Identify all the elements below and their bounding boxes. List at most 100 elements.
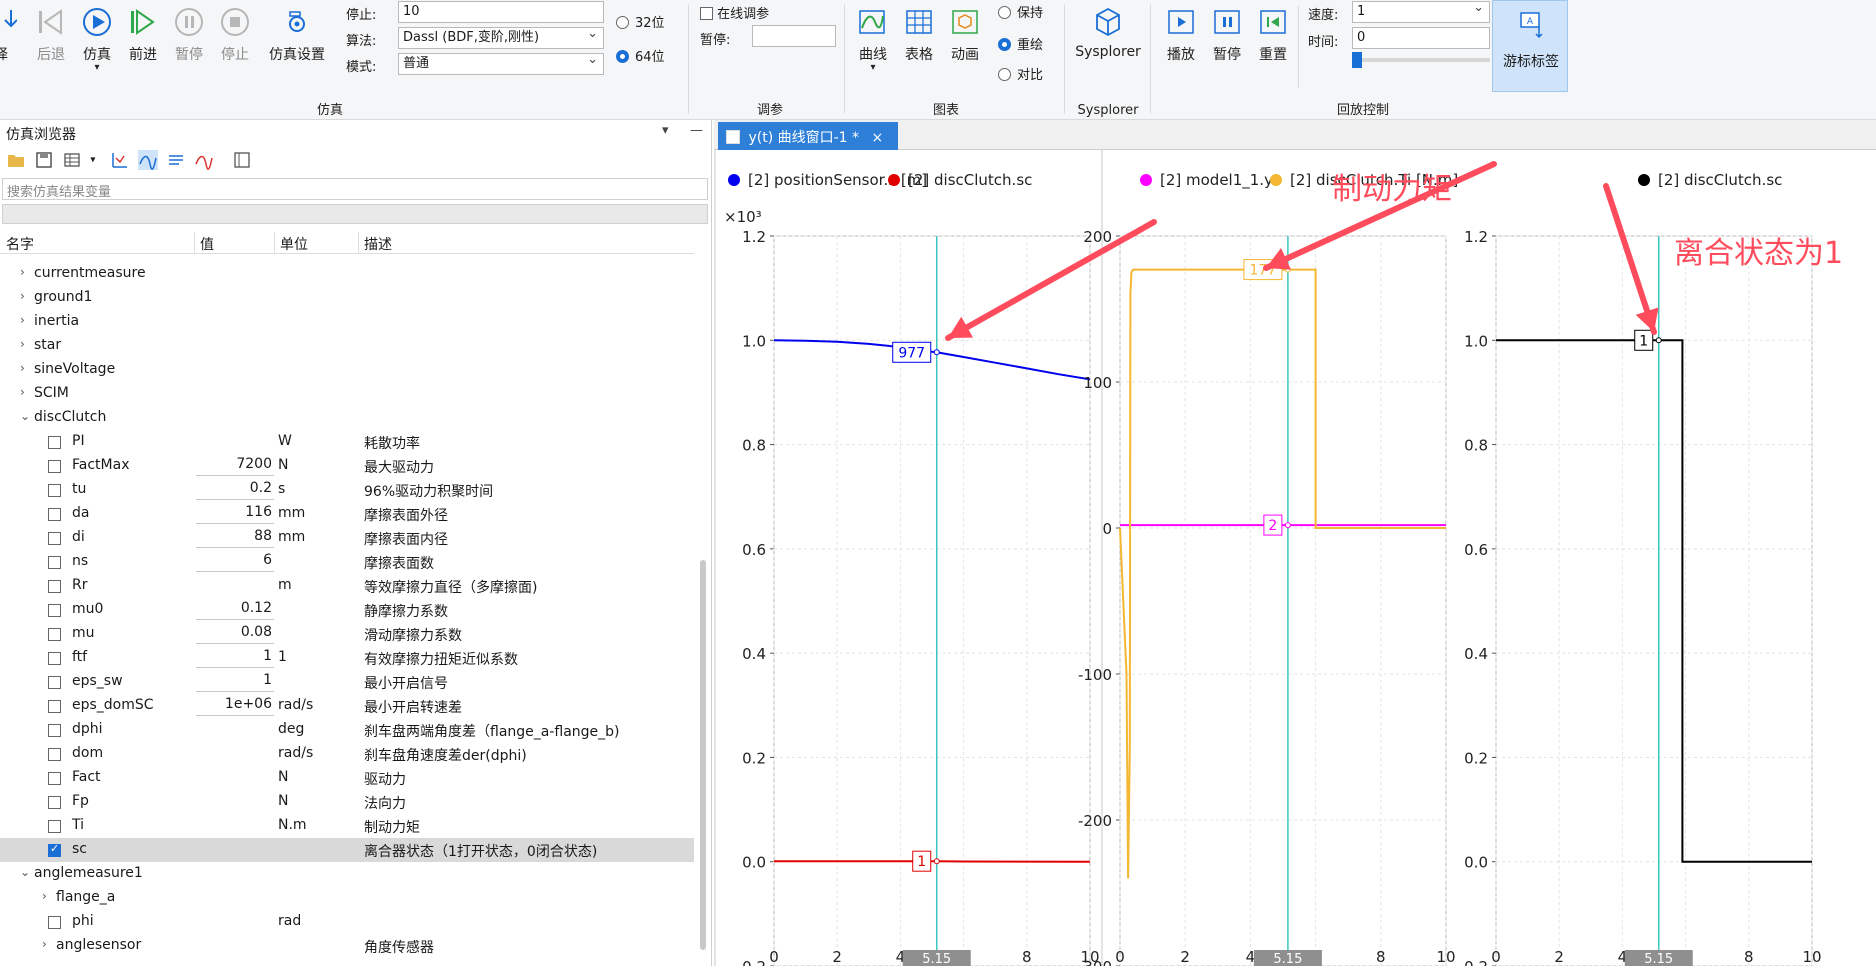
variable-checkbox[interactable] <box>48 916 61 929</box>
play-button[interactable]: 播放 <box>1158 6 1204 64</box>
simulate-button[interactable]: 仿真 ▾ <box>74 6 120 73</box>
time-input[interactable]: 0 <box>1352 27 1490 49</box>
variable-value-input[interactable]: 0.2 <box>196 480 274 500</box>
variable-value-input[interactable]: 0.08 <box>196 624 274 644</box>
filter-bar[interactable] <box>2 204 708 224</box>
bit64-radio[interactable]: 64位 <box>616 46 665 65</box>
variable-checkbox[interactable] <box>48 484 61 497</box>
variable-checkbox[interactable] <box>48 772 61 785</box>
table-grid-icon[interactable] <box>62 150 82 170</box>
variable-value-input[interactable]: 1 <box>196 672 274 692</box>
speed-select[interactable]: 1 <box>1352 0 1490 23</box>
compare-radio[interactable]: 对比 <box>998 64 1043 83</box>
plots-svg[interactable]: -0.20.00.20.40.60.81.01.20246810×10³[2] … <box>714 150 1876 970</box>
tree-row-star[interactable]: › star <box>0 334 694 358</box>
variable-checkbox[interactable] <box>48 796 61 809</box>
table-dropdown-icon[interactable]: ▾ <box>90 155 95 166</box>
tree-row-dphi[interactable]: dphi deg 刹车盘两端角度差（flange_a-flange_b) <box>0 718 694 742</box>
tree-row-ground1[interactable]: › ground1 <box>0 286 694 310</box>
tree-row-anglesensor[interactable]: › anglesensor 角度传感器 <box>0 934 694 958</box>
legend-label[interactable]: [2] model1_1.y <box>1160 171 1273 190</box>
tree-row-phi[interactable]: phi rad <box>0 910 694 934</box>
curve-select-icon[interactable] <box>137 150 158 170</box>
variable-checkbox[interactable] <box>48 580 61 593</box>
panel-menu-icon[interactable]: ▾ <box>662 123 669 138</box>
variable-search-input[interactable]: 搜索仿真结果变量 <box>2 178 708 200</box>
save-icon[interactable] <box>34 150 54 170</box>
tree-row-ns[interactable]: ns 6 摩擦表面数 <box>0 550 694 574</box>
series-line-1-2[interactable] <box>774 860 1091 863</box>
time-slider-thumb[interactable] <box>1352 52 1362 68</box>
variable-value-input[interactable]: 6 <box>196 552 274 572</box>
tree-row-currentmeasure[interactable]: › currentmeasure <box>0 262 694 286</box>
expanded-arrow-icon[interactable]: ⌄ <box>20 865 30 879</box>
collapsed-arrow-icon[interactable]: › <box>42 937 47 951</box>
col-desc-header[interactable]: 描述 <box>364 234 392 254</box>
tree-row-eps-domsc[interactable]: eps_domSC 1e+06 rad/s 最小开启转速差 <box>0 694 694 718</box>
curve-dropdown-icon[interactable]: ▾ <box>850 62 896 73</box>
tree-row-flange-a[interactable]: › flange_a <box>0 886 694 910</box>
simulate-dropdown-icon[interactable]: ▾ <box>74 62 120 73</box>
plot-import-icon[interactable] <box>110 150 130 170</box>
tree-row-sinevoltage[interactable]: › sineVoltage <box>0 358 694 382</box>
pause-button[interactable]: 暂停 <box>166 6 212 64</box>
variable-checkbox[interactable] <box>48 820 61 833</box>
collapsed-arrow-icon[interactable]: › <box>42 889 47 903</box>
variable-value-input[interactable]: 7200 <box>196 456 274 476</box>
tree-row-pi[interactable]: PI W 耗散功率 <box>0 430 694 454</box>
collapsed-arrow-icon[interactable]: › <box>20 361 25 375</box>
cursor-label-button[interactable]: A 游标标签 <box>1492 0 1568 92</box>
tree-row-tu[interactable]: tu 0.2 s 96%驱动力积聚时间 <box>0 478 694 502</box>
tree-row-discclutch[interactable]: ⌄ discClutch <box>0 406 694 430</box>
col-unit-header[interactable]: 单位 <box>280 234 308 254</box>
online-tune-checkbox[interactable]: 在线调参 <box>700 3 769 22</box>
tree-row-factmax[interactable]: FactMax 7200 N 最大驱动力 <box>0 454 694 478</box>
tree-row-mu[interactable]: mu 0.08 滑动摩擦力系数 <box>0 622 694 646</box>
variable-value-input[interactable]: 88 <box>196 528 274 548</box>
tree-row-ti[interactable]: Ti N.m 制动力矩 <box>0 814 694 838</box>
hold-radio[interactable]: 保持 <box>998 2 1043 21</box>
variable-value-input[interactable]: 0.12 <box>196 600 274 620</box>
collapsed-arrow-icon[interactable]: › <box>20 313 25 327</box>
tree-row-ftf[interactable]: ftf 1 1 有效摩擦力扭矩近似系数 <box>0 646 694 670</box>
variable-checkbox[interactable] <box>48 676 61 689</box>
variable-value-input[interactable]: 116 <box>196 504 274 524</box>
tree-row-eps-sw[interactable]: eps_sw 1 最小开启信号 <box>0 670 694 694</box>
variable-checkbox[interactable] <box>48 700 61 713</box>
variable-checkbox[interactable] <box>48 436 61 449</box>
tree-row-da[interactable]: da 116 mm 摩擦表面外径 <box>0 502 694 526</box>
curve-red-icon[interactable] <box>194 150 214 170</box>
collapsed-arrow-icon[interactable]: › <box>20 265 25 279</box>
sysplorer-button[interactable]: Sysplorer <box>1070 6 1146 60</box>
collapsed-arrow-icon[interactable]: › <box>20 289 25 303</box>
back-button[interactable]: 后退 <box>28 6 74 64</box>
variable-checkbox[interactable] <box>48 556 61 569</box>
legend-label[interactable]: [2] discClutch.sc <box>1658 171 1782 189</box>
variable-checkbox[interactable] <box>48 460 61 473</box>
forward-button[interactable]: 前进 <box>120 6 166 64</box>
panel-minimize-icon[interactable]: — <box>690 123 703 138</box>
open-folder-icon[interactable] <box>6 150 26 170</box>
variable-value-input[interactable]: 1 <box>196 648 274 668</box>
variable-checkbox[interactable] <box>48 842 61 857</box>
tab-curve-window-1[interactable]: y(t) 曲线窗口-1 * × <box>718 122 898 150</box>
reset-button[interactable]: 重置 <box>1250 6 1296 64</box>
legend-label[interactable]: [2] positionSensor.s [m] <box>748 171 927 189</box>
variable-checkbox[interactable] <box>48 508 61 521</box>
sim-settings-button[interactable]: 仿真设置 <box>262 6 332 64</box>
filter-lines-icon[interactable] <box>166 150 186 170</box>
tune-pause-input[interactable] <box>752 25 836 47</box>
tree-row-dom[interactable]: dom rad/s 刹车盘角速度差der(dphi) <box>0 742 694 766</box>
series-line-1-1[interactable] <box>773 339 1091 381</box>
partial-button[interactable]: 译 <box>0 6 24 64</box>
stop-button[interactable]: 停止 <box>212 6 258 64</box>
expanded-arrow-icon[interactable]: ⌄ <box>20 409 30 423</box>
variable-value-input[interactable]: 1e+06 <box>196 696 274 716</box>
variable-checkbox[interactable] <box>48 628 61 641</box>
panel-layout-icon[interactable] <box>232 150 252 170</box>
variable-checkbox[interactable] <box>48 724 61 737</box>
variable-checkbox[interactable] <box>48 532 61 545</box>
playback-pause-button[interactable]: 暂停 <box>1204 6 1250 64</box>
col-name-header[interactable]: 名字 <box>6 234 34 254</box>
variable-checkbox[interactable] <box>48 652 61 665</box>
